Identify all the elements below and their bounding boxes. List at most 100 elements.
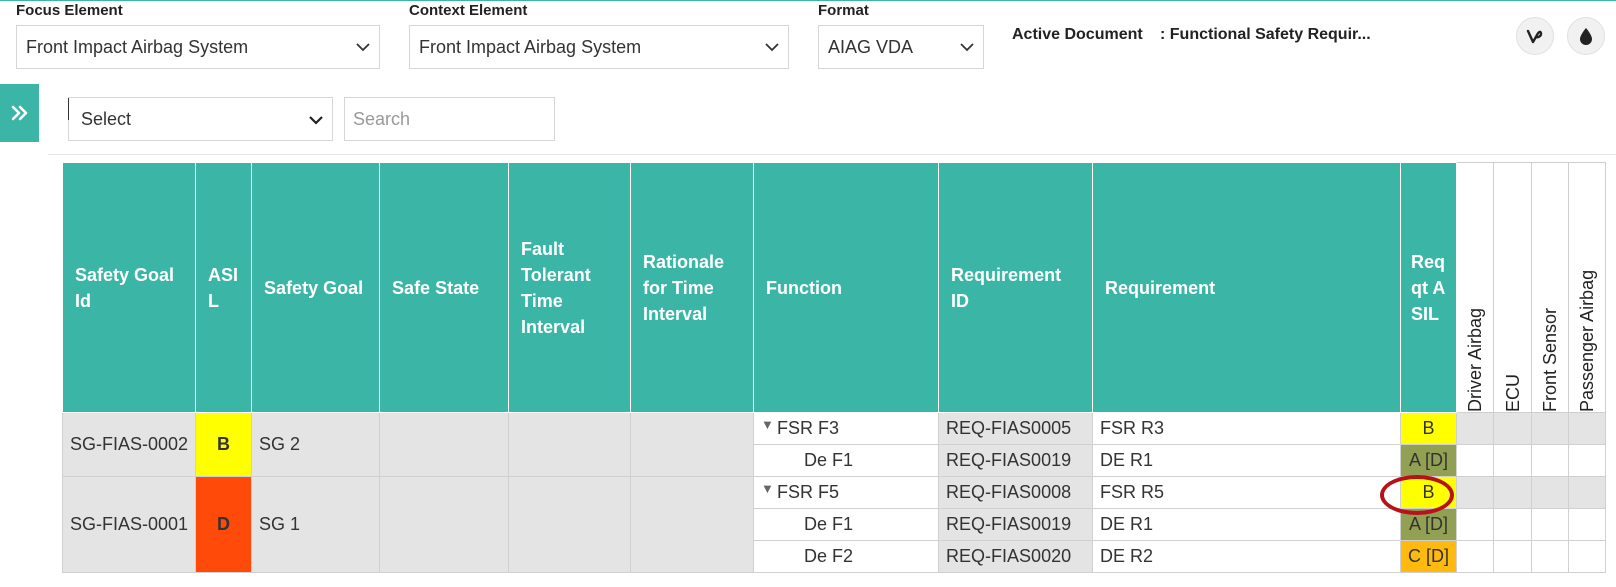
sidebar-expand-button[interactable] xyxy=(0,84,39,142)
context-element-value: Front Impact Airbag System xyxy=(419,36,642,57)
cell-front-sensor[interactable] xyxy=(1531,444,1570,477)
table-row: SG-FIAS-0001 D SG 1 ▼ FSR F5 REQ-FIAS0008… xyxy=(61,476,1607,573)
context-element-label: Context Element xyxy=(409,2,528,19)
cell-ecu[interactable] xyxy=(1493,540,1533,573)
chevron-down-icon xyxy=(765,43,779,52)
cell-driver-airbag[interactable] xyxy=(1456,476,1495,509)
cell-ftti[interactable] xyxy=(508,412,632,477)
focus-element-value: Front Impact Airbag System xyxy=(26,36,249,57)
double-chevron-right-icon xyxy=(11,105,27,121)
cell-driver-airbag[interactable] xyxy=(1456,540,1495,573)
header-safety-goal[interactable]: Safety Goal xyxy=(251,162,381,413)
cell-req-asil[interactable]: B xyxy=(1400,476,1458,509)
format-dropdown[interactable]: AIAG VDA xyxy=(818,25,984,69)
cell-requirement-id[interactable]: REQ-FIAS0019 xyxy=(938,508,1094,541)
cell-front-sensor[interactable] xyxy=(1531,540,1570,573)
filter-select-value: Select xyxy=(81,108,132,129)
cell-requirement[interactable]: DE R1 xyxy=(1092,444,1402,477)
format-label: Format xyxy=(818,2,869,19)
cell-ecu[interactable] xyxy=(1493,476,1533,509)
cell-function[interactable]: De F2 xyxy=(753,540,940,573)
section-divider xyxy=(48,154,1616,155)
cell-passenger-airbag[interactable] xyxy=(1568,476,1607,509)
chevron-down-icon xyxy=(960,43,974,52)
cell-requirement-id[interactable]: REQ-FIAS0019 xyxy=(938,444,1094,477)
cell-ecu[interactable] xyxy=(1493,444,1533,477)
vine-button[interactable] xyxy=(1516,17,1554,55)
cell-safety-goal-id[interactable]: SG-FIAS-0002 xyxy=(61,412,197,477)
cell-passenger-airbag[interactable] xyxy=(1568,508,1607,541)
chevron-down-icon xyxy=(309,116,323,125)
cell-safe-state[interactable] xyxy=(379,412,510,477)
cell-function[interactable]: ▼ FSR F3 xyxy=(753,412,940,445)
cell-driver-airbag[interactable] xyxy=(1456,412,1495,445)
header-ecu[interactable]: ECU xyxy=(1493,162,1533,413)
function-name: FSR F3 xyxy=(777,418,840,438)
focus-element-dropdown[interactable]: Front Impact Airbag System xyxy=(16,25,380,69)
cell-function[interactable]: De F1 xyxy=(753,508,940,541)
cell-rationale[interactable] xyxy=(630,476,755,573)
cell-requirement[interactable]: FSR R5 xyxy=(1092,476,1402,509)
collapse-triangle-icon[interactable]: ▼ xyxy=(761,481,777,496)
top-accent-line xyxy=(0,0,1616,1)
drop-button[interactable] xyxy=(1567,17,1605,55)
cell-requirement-id[interactable]: REQ-FIAS0020 xyxy=(938,540,1094,573)
cell-passenger-airbag[interactable] xyxy=(1568,444,1607,477)
cell-asil[interactable]: D xyxy=(195,476,253,573)
cell-front-sensor[interactable] xyxy=(1531,412,1570,445)
water-drop-icon xyxy=(1580,28,1592,45)
cell-req-asil[interactable]: A [D] xyxy=(1400,444,1458,477)
header-requirement[interactable]: Requirement xyxy=(1092,162,1402,413)
cell-requirement[interactable]: DE R1 xyxy=(1092,508,1402,541)
text-caret xyxy=(68,98,69,120)
cell-front-sensor[interactable] xyxy=(1531,508,1570,541)
active-document-value: : Functional Safety Requir... xyxy=(1160,26,1371,43)
focus-element-label: Focus Element xyxy=(16,2,123,19)
cell-driver-airbag[interactable] xyxy=(1456,444,1495,477)
cell-req-asil[interactable]: A [D] xyxy=(1400,508,1458,541)
header-asil-text: ASIL xyxy=(208,264,239,311)
cell-requirement[interactable]: FSR R3 xyxy=(1092,412,1402,445)
cell-requirement-id[interactable]: REQ-FIAS0008 xyxy=(938,476,1094,509)
cell-function[interactable]: ▼ FSR F5 xyxy=(753,476,940,509)
chevron-down-icon xyxy=(356,43,370,52)
cell-passenger-airbag[interactable] xyxy=(1568,540,1607,573)
header-safety-goal-id[interactable]: Safety Goal Id xyxy=(61,162,197,413)
cell-req-asil[interactable]: B xyxy=(1400,412,1458,445)
cell-safety-goal-id[interactable]: SG-FIAS-0001 xyxy=(61,476,197,573)
cell-req-asil[interactable]: C [D] xyxy=(1400,540,1458,573)
function-name: FSR F5 xyxy=(777,482,840,502)
cell-requirement[interactable]: DE R2 xyxy=(1092,540,1402,573)
header-driver-airbag[interactable]: Driver Airbag xyxy=(1456,162,1495,413)
collapse-triangle-icon[interactable]: ▼ xyxy=(761,417,777,432)
context-element-dropdown[interactable]: Front Impact Airbag System xyxy=(409,25,789,69)
header-driver-airbag-text: Driver Airbag xyxy=(1465,307,1486,412)
header-requirement-id[interactable]: Requirement ID xyxy=(938,162,1094,413)
header-ftti[interactable]: Fault Tolerant Time Interval xyxy=(508,162,632,413)
cell-requirement-id[interactable]: REQ-FIAS0005 xyxy=(938,412,1094,445)
cell-driver-airbag[interactable] xyxy=(1456,508,1495,541)
vine-icon xyxy=(1526,29,1543,44)
cell-front-sensor[interactable] xyxy=(1531,476,1570,509)
cell-ecu[interactable] xyxy=(1493,412,1533,445)
header-rationale[interactable]: Rationale for Time Interval xyxy=(630,162,755,413)
cell-ecu[interactable] xyxy=(1493,508,1533,541)
cell-rationale[interactable] xyxy=(630,412,755,477)
cell-ftti[interactable] xyxy=(508,476,632,573)
header-asil[interactable]: ASIL xyxy=(195,162,253,413)
cell-asil[interactable]: B xyxy=(195,412,253,477)
header-safe-state[interactable]: Safe State xyxy=(379,162,510,413)
cell-function[interactable]: De F1 xyxy=(753,444,940,477)
cell-safety-goal[interactable]: SG 2 xyxy=(251,412,381,477)
cell-safety-goal[interactable]: SG 1 xyxy=(251,476,381,573)
filter-select[interactable]: Select xyxy=(68,97,333,141)
header-front-sensor[interactable]: Front Sensor xyxy=(1531,162,1570,413)
search-input[interactable] xyxy=(344,97,555,141)
cell-safe-state[interactable] xyxy=(379,476,510,573)
table-row: SG-FIAS-0002 B SG 2 ▼ FSR F3 REQ-FIAS0005… xyxy=(61,412,1607,477)
cell-passenger-airbag[interactable] xyxy=(1568,412,1607,445)
header-req-asil[interactable]: Req qt ASIL xyxy=(1400,162,1458,413)
header-passenger-airbag[interactable]: Passenger Airbag xyxy=(1568,162,1607,413)
header-front-sensor-text: Front Sensor xyxy=(1540,307,1561,412)
header-function[interactable]: Function xyxy=(753,162,940,413)
